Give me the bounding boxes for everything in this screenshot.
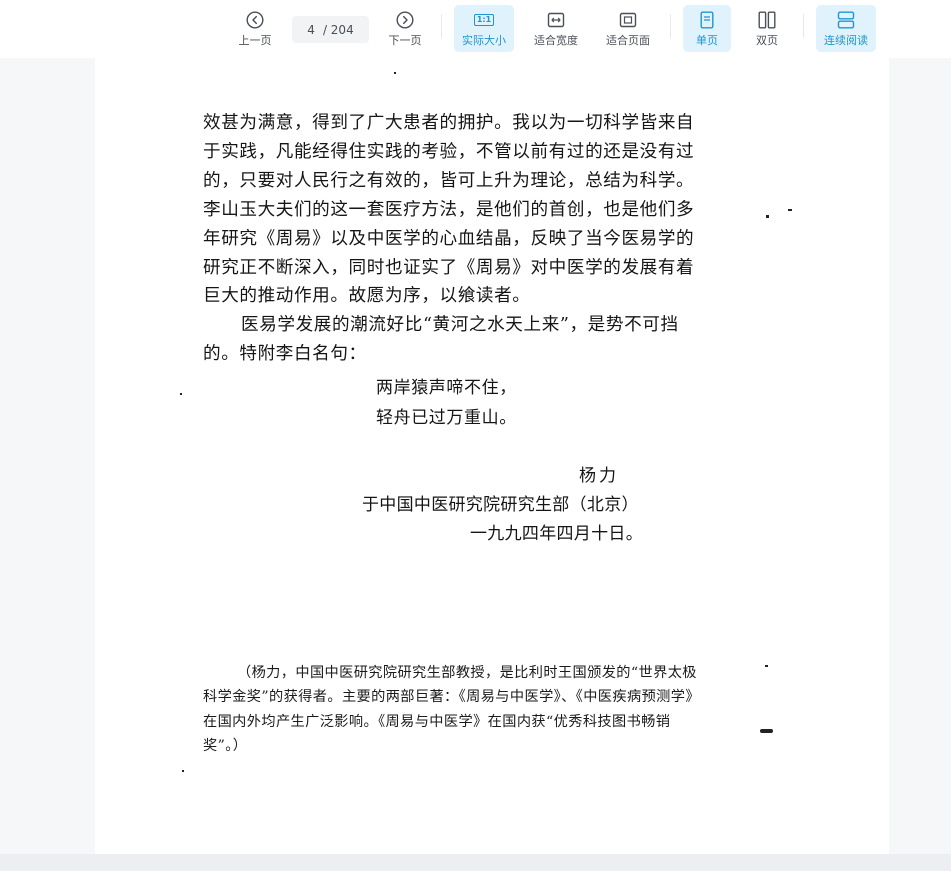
page-number-box[interactable]: 4 / 204 [292, 16, 369, 43]
double-page-icon [758, 10, 776, 30]
scan-speck [182, 770, 184, 772]
continuous-read-button[interactable]: 连续阅读 [816, 5, 876, 52]
scan-speck [788, 209, 792, 211]
signature-date: 一九九四年四月十日。 [470, 524, 643, 544]
scan-speck [765, 665, 768, 667]
chevron-right-circle-icon [396, 10, 414, 30]
poem-line-1: 两岸猿声啼不住， [376, 378, 517, 398]
actual-size-label: 实际大小 [462, 33, 506, 47]
viewer-toolbar: 上一页 4 / 204 下一页 1:1 实际大小 适合宽度 适合页面 单页 双页… [0, 0, 951, 58]
double-page-button[interactable]: 双页 [743, 5, 791, 52]
double-page-label: 双页 [756, 33, 778, 47]
prev-page-label: 上一页 [238, 33, 272, 47]
single-page-button[interactable]: 单页 [683, 5, 731, 52]
paragraph-1: 效甚为满意，得到了广大患者的拥护。我以为一切科学皆来自于实践，凡能经得住实践的考… [203, 113, 695, 307]
page-gap [0, 854, 951, 871]
continuous-read-label: 连续阅读 [824, 33, 868, 47]
fit-page-icon [619, 10, 637, 30]
toolbar-divider [670, 14, 671, 38]
author-note-text: （杨力，中国中医研究院研究生部教授，是比利时王国颁发的“世界太极科学金奖”的获得… [203, 665, 697, 754]
continuous-scroll-icon [837, 10, 855, 30]
preface-body: 效甚为满意，得到了广大患者的拥护。我以为一切科学皆来自于实践，凡能经得住实践的考… [203, 109, 698, 369]
toolbar-divider [441, 14, 442, 38]
signature-place: 于中国中医研究院研究生部（北京） [362, 495, 639, 515]
fit-width-icon [547, 10, 565, 30]
chevron-left-circle-icon [246, 10, 264, 30]
fit-page-label: 适合页面 [606, 33, 650, 47]
single-page-icon [700, 10, 714, 30]
author-note: （杨力，中国中医研究院研究生部教授，是比利时王国颁发的“世界太极科学金奖”的获得… [203, 661, 698, 758]
total-pages: / 204 [322, 22, 354, 37]
signature-name: 杨力 [579, 466, 619, 486]
next-page-label: 下一页 [388, 33, 422, 47]
prev-page-button[interactable]: 上一页 [231, 5, 279, 52]
single-page-label: 单页 [696, 33, 718, 47]
next-page-button[interactable]: 下一页 [381, 5, 429, 52]
paragraph-2: 医易学发展的潮流好比“黄河之水天上来”，是势不可挡的。特附李白名句： [203, 315, 679, 365]
scan-speck [180, 393, 182, 395]
fit-width-label: 适合宽度 [534, 33, 578, 47]
scan-speck [766, 215, 769, 218]
toolbar-divider [803, 14, 804, 38]
scan-speck [760, 729, 773, 733]
fit-page-button[interactable]: 适合页面 [598, 5, 658, 52]
poem-line-2: 轻舟已过万重山。 [376, 408, 517, 428]
fit-width-button[interactable]: 适合宽度 [526, 5, 586, 52]
actual-size-icon: 1:1 [473, 10, 495, 30]
current-page-input[interactable]: 4 [307, 23, 315, 37]
actual-size-button[interactable]: 1:1 实际大小 [454, 5, 514, 52]
scan-speck [394, 72, 396, 74]
